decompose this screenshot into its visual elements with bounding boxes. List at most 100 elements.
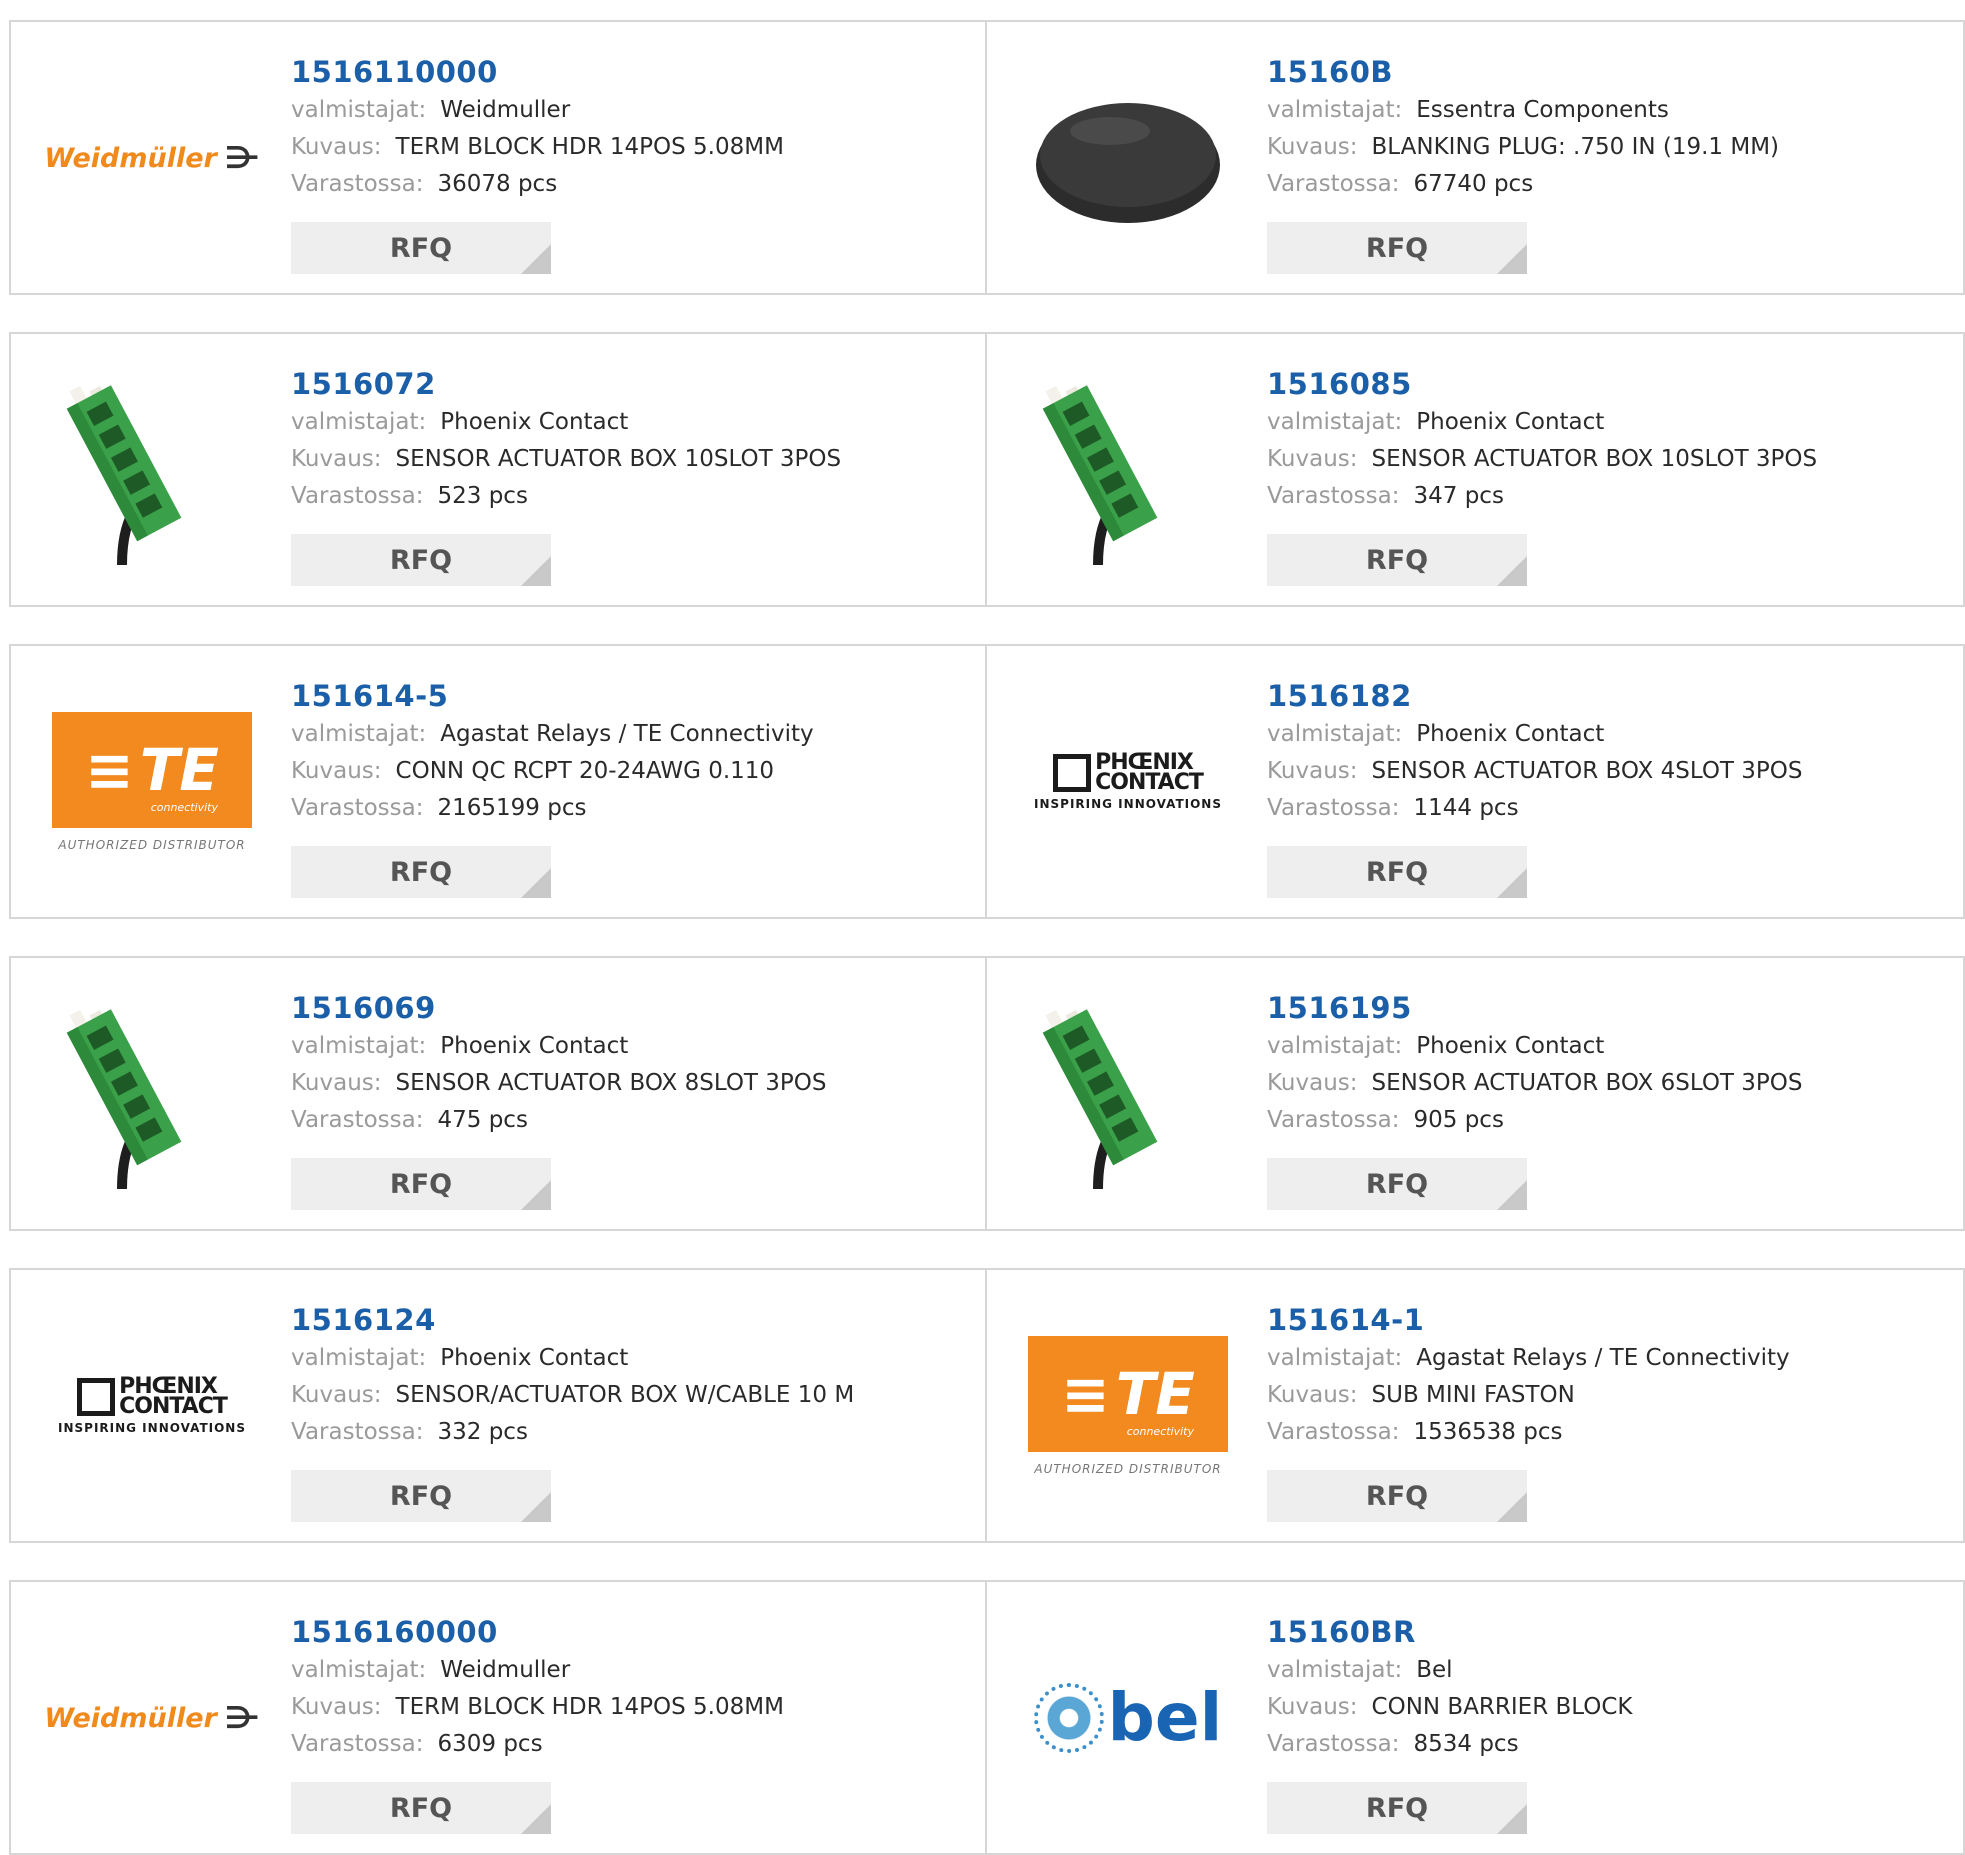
- stock-row: Varastossa: 347 pcs: [1267, 478, 1817, 515]
- product-image[interactable]: [49, 370, 255, 570]
- rfq-button[interactable]: RFQ: [291, 534, 551, 586]
- part-number-link[interactable]: 1516160000: [291, 1612, 784, 1652]
- stock-value: 67740 pcs: [1413, 171, 1534, 197]
- part-number-link[interactable]: 1516124: [291, 1300, 854, 1340]
- rfq-button[interactable]: RFQ: [1267, 534, 1527, 586]
- manufacturer-row: valmistajat: Weidmuller: [291, 1652, 784, 1689]
- manufacturer-label: valmistajat:: [1267, 97, 1403, 123]
- sensor-actuator-box-image: [66, 385, 182, 566]
- stock-value: 1536538 pcs: [1413, 1419, 1563, 1445]
- stock-row: Varastossa: 332 pcs: [291, 1414, 854, 1451]
- description-row: Kuvaus: SENSOR ACTUATOR BOX 6SLOT 3POS: [1267, 1065, 1803, 1102]
- description-row: Kuvaus: SENSOR/ACTUATOR BOX W/CABLE 10 M: [291, 1377, 854, 1414]
- rfq-button[interactable]: RFQ: [1267, 1782, 1527, 1834]
- product-info: 1516124 valmistajat: Phoenix Contact Kuvaus…: [291, 1300, 854, 1451]
- manufacturer-label: valmistajat:: [291, 721, 427, 747]
- stock-row: Varastossa: 6309 pcs: [291, 1726, 784, 1763]
- product-card: ≡ TE connectivity AUTHORIZED DISTRIBUTOR 151…: [9, 644, 987, 919]
- weidmuller-logo: Weidmüller ⋺: [44, 140, 260, 176]
- product-image[interactable]: [1025, 994, 1231, 1194]
- description-label: Kuvaus:: [291, 1070, 382, 1096]
- part-number-link[interactable]: 151614-1: [1267, 1300, 1790, 1340]
- stock-value: 905 pcs: [1413, 1107, 1504, 1133]
- manufacturer-label: valmistajat:: [1267, 1657, 1403, 1683]
- product-info: 151614-1 valmistajat: Agastat Relays / TE …: [1267, 1300, 1790, 1451]
- product-card: 15160B valmistajat: Essentra Components Kuv…: [987, 20, 1965, 295]
- description-label: Kuvaus:: [291, 758, 382, 784]
- description-value: CONN QC RCPT 20-24AWG 0.110: [395, 758, 775, 784]
- stock-row: Varastossa: 523 pcs: [291, 478, 841, 515]
- manufacturer-value: Agastat Relays / TE Connectivity: [1416, 1345, 1790, 1371]
- stock-label: Varastossa:: [291, 1419, 424, 1445]
- product-image[interactable]: ≡ TE connectivity AUTHORIZED DISTRIBUTOR: [1025, 1306, 1231, 1506]
- stock-value: 332 pcs: [437, 1419, 528, 1445]
- product-image[interactable]: ≡ TE connectivity AUTHORIZED DISTRIBUTOR: [49, 682, 255, 882]
- product-card: PHŒNIX CONTACT INSPIRING INNOVATIONS 151612…: [9, 1268, 987, 1543]
- rfq-button[interactable]: RFQ: [291, 1782, 551, 1834]
- description-row: Kuvaus: SENSOR ACTUATOR BOX 10SLOT 3POS: [1267, 441, 1817, 478]
- product-image[interactable]: Weidmüller ⋺: [44, 58, 259, 258]
- product-image[interactable]: [1025, 58, 1231, 258]
- stock-label: Varastossa:: [1267, 1419, 1400, 1445]
- description-row: Kuvaus: CONN BARRIER BLOCK: [1267, 1689, 1633, 1726]
- description-value: BLANKING PLUG: .750 IN (19.1 MM): [1371, 134, 1780, 160]
- product-image[interactable]: Weidmüller ⋺: [44, 1618, 259, 1818]
- part-number-link[interactable]: 1516085: [1267, 364, 1817, 404]
- rfq-button[interactable]: RFQ: [1267, 222, 1527, 274]
- description-row: Kuvaus: TERM BLOCK HDR 14POS 5.08MM: [291, 129, 784, 166]
- part-number-link[interactable]: 1516072: [291, 364, 841, 404]
- stock-row: Varastossa: 1536538 pcs: [1267, 1414, 1790, 1451]
- part-number-link[interactable]: 1516195: [1267, 988, 1803, 1028]
- product-info: 1516085 valmistajat: Phoenix Contact Kuvaus…: [1267, 364, 1817, 515]
- manufacturer-row: valmistajat: Phoenix Contact: [291, 1028, 827, 1065]
- stock-label: Varastossa:: [1267, 171, 1400, 197]
- stock-label: Varastossa:: [1267, 1107, 1400, 1133]
- stock-row: Varastossa: 475 pcs: [291, 1102, 827, 1139]
- manufacturer-value: Essentra Components: [1416, 97, 1669, 123]
- product-image[interactable]: PHŒNIX CONTACT INSPIRING INNOVATIONS: [49, 1306, 255, 1506]
- stock-row: Varastossa: 2165199 pcs: [291, 790, 814, 827]
- description-label: Kuvaus:: [1267, 758, 1358, 784]
- manufacturer-value: Bel: [1416, 1657, 1453, 1683]
- description-value: SUB MINI FASTON: [1371, 1382, 1575, 1408]
- part-number-link[interactable]: 15160B: [1267, 52, 1779, 92]
- manufacturer-label: valmistajat:: [291, 1033, 427, 1059]
- product-info: 1516195 valmistajat: Phoenix Contact Kuvaus…: [1267, 988, 1803, 1139]
- manufacturer-row: valmistajat: Phoenix Contact: [1267, 716, 1803, 753]
- rfq-button[interactable]: RFQ: [1267, 846, 1527, 898]
- part-number-link[interactable]: 1516182: [1267, 676, 1803, 716]
- product-grid: Weidmüller ⋺ 1516110000 valmistajat: Weidmul…: [9, 20, 1965, 1855]
- te-connectivity-logo: ≡ TE connectivity AUTHORIZED DISTRIBUTOR: [1028, 1336, 1228, 1476]
- product-card: 1516072 valmistajat: Phoenix Contact Kuvaus…: [9, 332, 987, 607]
- manufacturer-row: valmistajat: Bel: [1267, 1652, 1633, 1689]
- description-row: Kuvaus: SUB MINI FASTON: [1267, 1377, 1790, 1414]
- part-number-link[interactable]: 1516110000: [291, 52, 784, 92]
- manufacturer-value: Phoenix Contact: [1416, 721, 1605, 747]
- product-image[interactable]: [49, 994, 255, 1194]
- sensor-actuator-box-image: [1042, 1009, 1158, 1190]
- product-info: 1516160000 valmistajat: Weidmuller Kuvaus: T…: [291, 1612, 784, 1763]
- product-card: 1516195 valmistajat: Phoenix Contact Kuvaus…: [987, 956, 1965, 1231]
- description-label: Kuvaus:: [291, 1694, 382, 1720]
- part-number-link[interactable]: 1516069: [291, 988, 827, 1028]
- stock-row: Varastossa: 36078 pcs: [291, 166, 784, 203]
- rfq-button[interactable]: RFQ: [291, 1470, 551, 1522]
- rfq-button[interactable]: RFQ: [291, 222, 551, 274]
- product-image[interactable]: [1025, 370, 1231, 570]
- product-info: 1516069 valmistajat: Phoenix Contact Kuvaus…: [291, 988, 827, 1139]
- part-number-link[interactable]: 15160BR: [1267, 1612, 1633, 1652]
- rfq-button[interactable]: RFQ: [291, 1158, 551, 1210]
- description-value: TERM BLOCK HDR 14POS 5.08MM: [395, 134, 784, 160]
- product-card: ≡ TE connectivity AUTHORIZED DISTRIBUTOR 151…: [987, 1268, 1965, 1543]
- sensor-actuator-box-image: [66, 1009, 182, 1190]
- stock-label: Varastossa:: [1267, 795, 1400, 821]
- product-info: 15160BR valmistajat: Bel Kuvaus: CONN BARRIE…: [1267, 1612, 1633, 1763]
- rfq-button[interactable]: RFQ: [1267, 1470, 1527, 1522]
- description-label: Kuvaus:: [1267, 446, 1358, 472]
- rfq-button[interactable]: RFQ: [1267, 1158, 1527, 1210]
- product-image[interactable]: bel: [1025, 1618, 1231, 1818]
- part-number-link[interactable]: 151614-5: [291, 676, 814, 716]
- stock-label: Varastossa:: [1267, 1731, 1400, 1757]
- rfq-button[interactable]: RFQ: [291, 846, 551, 898]
- product-image[interactable]: PHŒNIX CONTACT INSPIRING INNOVATIONS: [1025, 682, 1231, 882]
